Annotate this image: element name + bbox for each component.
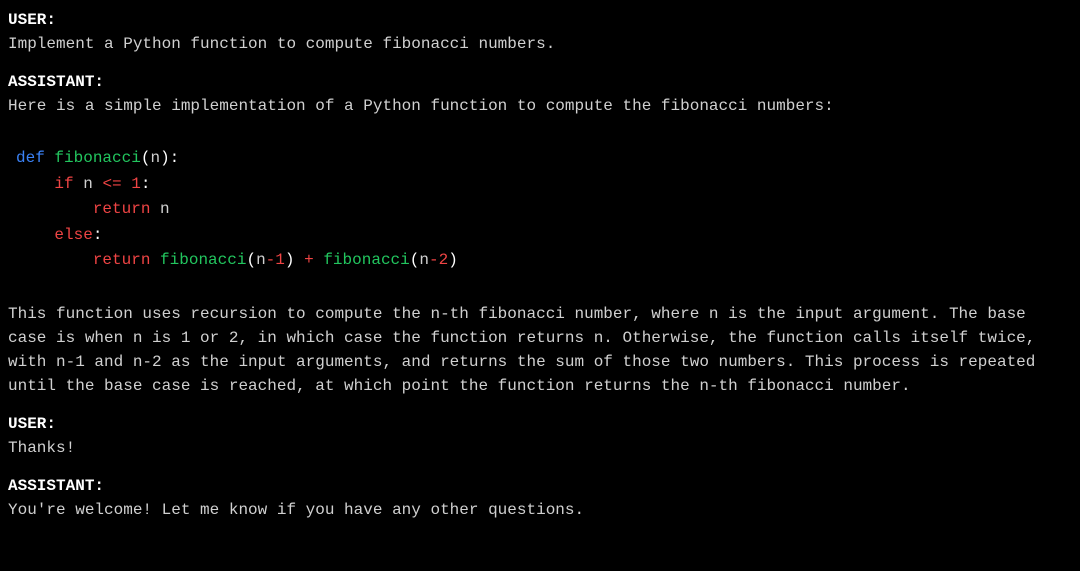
user-text-1: Implement a Python function to compute f…	[8, 32, 1072, 56]
user-label-2: USER:	[8, 412, 1072, 436]
keyword-if: if	[54, 175, 73, 193]
function-name: fibonacci	[54, 149, 140, 167]
user-label-1: USER:	[8, 8, 1072, 32]
keyword-return-2: return	[93, 251, 151, 269]
user-text-2: Thanks!	[8, 436, 1072, 460]
open-paren: (	[141, 149, 151, 167]
code-block: def fibonacci(n): if n <= 1: return n el…	[8, 146, 1072, 274]
assistant-message-1: ASSISTANT: Here is a simple implementati…	[8, 70, 1072, 398]
keyword-return: return	[93, 200, 151, 218]
assistant-explanation-1: This function uses recursion to compute …	[8, 302, 1072, 398]
num-1: 1	[131, 175, 141, 193]
user-message-2: USER: Thanks!	[8, 412, 1072, 460]
user-message-1: USER: Implement a Python function to com…	[8, 8, 1072, 56]
fn-call-1: fibonacci	[160, 251, 246, 269]
keyword-else: else	[54, 226, 92, 244]
var-n: n	[83, 175, 93, 193]
minus-1: -	[266, 251, 276, 269]
assistant-message-2: ASSISTANT: You're welcome! Let me know i…	[8, 474, 1072, 522]
assistant-label-1: ASSISTANT:	[8, 70, 1072, 94]
param-n: n	[150, 149, 160, 167]
minus-2: -	[429, 251, 439, 269]
colon: :	[170, 149, 180, 167]
op-le: <=	[102, 175, 121, 193]
assistant-intro-1: Here is a simple implementation of a Pyt…	[8, 94, 1072, 118]
assistant-label-2: ASSISTANT:	[8, 474, 1072, 498]
close-paren: )	[160, 149, 170, 167]
fn-call-2: fibonacci	[323, 251, 409, 269]
plus: +	[304, 251, 314, 269]
keyword-def: def	[16, 149, 45, 167]
assistant-text-2: You're welcome! Let me know if you have …	[8, 498, 1072, 522]
